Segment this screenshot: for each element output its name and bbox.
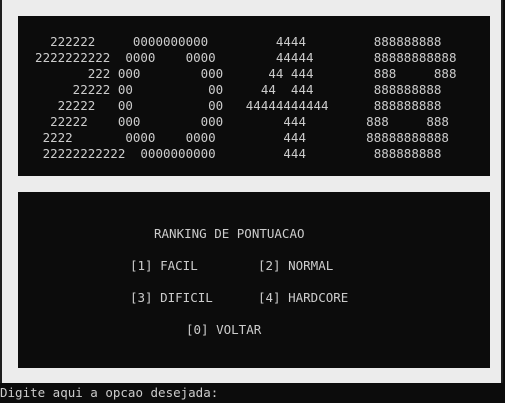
menu-option-facil[interactable]: [1] FACIL (130, 258, 198, 274)
banner-2048-panel: 222222 0000000000 4444 888888888 2222222… (18, 16, 490, 176)
banner-line-1: 222222 0000000000 4444 888888888 (20, 34, 442, 49)
banner-line-3: 222 000 000 44 444 888 888 (20, 66, 457, 81)
menu-option-hardcore[interactable]: [4] HARDCORE (258, 290, 348, 306)
ranking-menu-panel: RANKING DE PONTUACAO [1] FACIL [2] NORMA… (18, 192, 490, 368)
input-prompt[interactable]: Digite aqui a opcao desejada: (0, 385, 218, 401)
menu-option-voltar[interactable]: [0] VOLTAR (186, 322, 261, 338)
banner-line-5: 22222 00 00 44444444444 888888888 (20, 98, 442, 113)
banner-line-2: 2222222222 0000 0000 44444 88888888888 (20, 50, 457, 65)
menu-title: RANKING DE PONTUACAO (154, 226, 305, 241)
banner-line-6: 22222 000 000 444 888 888 (20, 114, 449, 129)
console-frame: 222222 0000000000 4444 888888888 2222222… (0, 0, 503, 383)
menu-option-dificil[interactable]: [3] DIFICIL (130, 290, 213, 306)
banner-line-7: 2222 0000 0000 444 88888888888 (20, 130, 449, 145)
banner-line-4: 22222 00 00 44 444 888888888 (20, 82, 442, 97)
menu-option-normal[interactable]: [2] NORMAL (258, 258, 333, 274)
banner-line-8: 22222222222 0000000000 444 888888888 (20, 146, 442, 161)
